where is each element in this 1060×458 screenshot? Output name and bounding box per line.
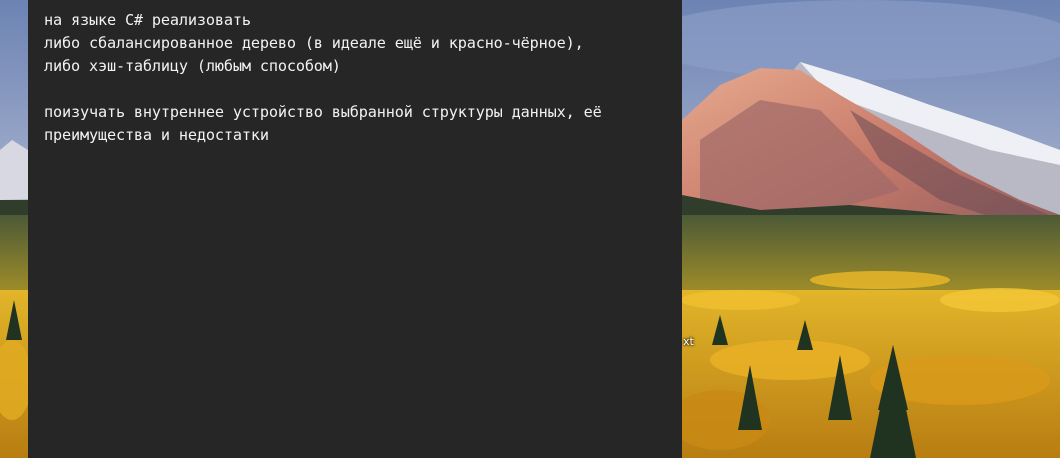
editor-line-6[interactable]: преимущества и недостатки [44,124,682,147]
editor-line-2[interactable]: либо сбалансированное дерево (в идеале е… [44,32,682,55]
editor-line-4[interactable] [44,78,682,101]
desktop-file-label[interactable]: xt [683,335,694,348]
editor-line-3[interactable]: либо хэш-таблицу (любым способом) [44,55,682,78]
text-editor[interactable]: на языке C# реализовать либо сбалансиров… [28,0,682,458]
editor-line-5[interactable]: поизучать внутреннее устройство выбранно… [44,101,682,124]
editor-line-1[interactable]: на языке C# реализовать [44,9,682,32]
